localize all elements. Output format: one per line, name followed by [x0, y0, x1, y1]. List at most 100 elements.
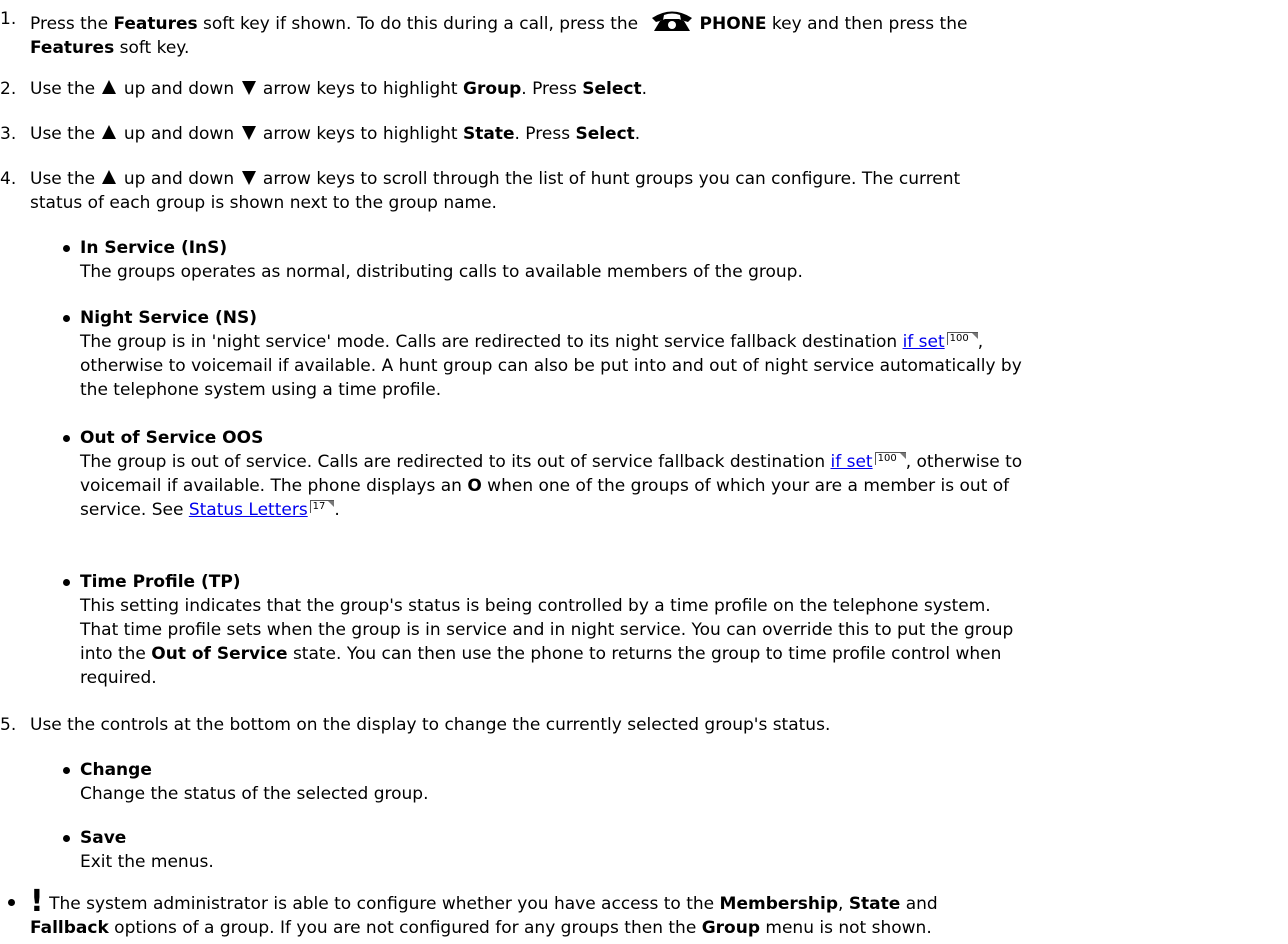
step-number: 2. — [0, 79, 17, 99]
step-number: 1. — [0, 9, 17, 29]
text: arrow keys to highlight — [257, 79, 463, 99]
state-description: That time profile sets when the group is… — [80, 620, 1014, 640]
text: arrow keys to scroll through the list of… — [257, 169, 961, 189]
group-label: Group — [701, 918, 760, 938]
status-letter-o: O — [467, 476, 482, 496]
text: options of a group. If you are not confi… — [108, 918, 702, 938]
bullet-icon — [63, 315, 70, 322]
up-arrow-icon — [102, 170, 117, 184]
text: arrow keys to highlight — [257, 124, 463, 144]
fallback-label: Fallback — [30, 918, 109, 938]
control-item-change: Change Change the status of the selected… — [63, 758, 1260, 806]
text: key and then press the — [766, 14, 968, 34]
step-text: Use the up and down arrow keys to scroll… — [30, 167, 1255, 215]
state-item-night-service: Night Service (NS) The group is in 'nigh… — [63, 306, 1260, 402]
step-number: 3. — [0, 124, 17, 144]
state-description: The groups operates as normal, distribut… — [80, 262, 803, 282]
membership-label: Membership — [719, 894, 838, 914]
text: The group is in 'night service' mode. Ca… — [80, 332, 903, 352]
down-arrow-icon — [241, 81, 256, 95]
state-label: State — [463, 124, 515, 144]
step-text: Use the up and down arrow keys to highli… — [30, 77, 1255, 101]
text: Press the — [30, 14, 114, 34]
step-text: Press the Features soft key if shown. To… — [30, 7, 1255, 60]
page-reference: 100 — [874, 452, 906, 465]
if-set-link[interactable]: if set — [903, 332, 945, 352]
down-arrow-icon — [241, 171, 256, 185]
state-description: The group is in 'night service' mode. Ca… — [80, 330, 1260, 354]
text: Use the — [30, 169, 101, 189]
control-item-save: Save Exit the menus. — [63, 826, 1260, 874]
state-description: The group is out of service. Calls are r… — [80, 450, 1260, 474]
up-arrow-icon — [102, 80, 117, 94]
text: voicemail if available. The phone displa… — [80, 476, 468, 496]
text: into the — [80, 644, 152, 664]
text: when one of the groups of which your are… — [481, 476, 1010, 496]
bullet-icon — [63, 767, 70, 774]
text: Use the — [30, 124, 101, 144]
features-label: Features — [113, 14, 198, 34]
step-number: 5. — [0, 715, 17, 735]
text: . — [334, 500, 340, 520]
text: and — [900, 894, 938, 914]
text: , otherwise to — [905, 452, 1023, 472]
out-of-service-label: Out of Service — [151, 644, 288, 664]
down-arrow-icon — [241, 126, 256, 140]
text: The system administrator is able to conf… — [43, 894, 720, 914]
select-label: Select — [575, 124, 635, 144]
state-title: In Service (InS) — [80, 238, 228, 258]
text: . Press — [521, 79, 583, 99]
control-description: Change the status of the selected group. — [80, 784, 429, 804]
text: up and down — [118, 79, 240, 99]
state-description: otherwise to voicemail if available. A h… — [80, 356, 1022, 376]
text: status of each group is shown next to th… — [30, 193, 497, 213]
text: up and down — [118, 124, 240, 144]
text: , — [838, 894, 849, 914]
text: up and down — [118, 169, 240, 189]
bullet-icon — [8, 899, 15, 906]
text: service. See — [80, 500, 189, 520]
text: . — [634, 124, 641, 144]
if-set-link[interactable]: if set — [831, 452, 873, 472]
phone-label: PHONE — [699, 14, 767, 34]
page-reference: 17 — [309, 500, 335, 513]
control-description: Exit the menus. — [80, 852, 214, 872]
text: . — [641, 79, 647, 99]
features-label: Features — [30, 38, 115, 58]
text: Use the — [30, 79, 101, 99]
text: state. You can then use the phone to ret… — [287, 644, 1002, 664]
page-reference: 100 — [946, 332, 978, 345]
select-label: Select — [582, 79, 642, 99]
bullet-icon — [63, 245, 70, 252]
phone-key-icon — [651, 11, 692, 31]
text: soft key if shown. To do this during a c… — [197, 14, 644, 34]
text: . Press — [514, 124, 576, 144]
state-description: voicemail if available. The phone displa… — [80, 474, 1260, 498]
state-description: into the Out of Service state. You can t… — [80, 642, 1260, 666]
text: , — [977, 332, 984, 352]
up-arrow-icon — [102, 125, 117, 139]
step-text: Use the up and down arrow keys to highli… — [30, 122, 1255, 146]
state-title: Night Service (NS) — [80, 308, 257, 328]
state-description: required. — [80, 668, 157, 688]
state-title: Out of Service OOS — [80, 428, 264, 448]
bullet-icon — [63, 579, 70, 586]
state-item-out-of-service: Out of Service OOS The group is out of s… — [63, 426, 1260, 522]
exclamation-icon: ! — [30, 884, 44, 919]
state-title: Time Profile (TP) — [80, 572, 241, 592]
state-label: State — [848, 894, 901, 914]
text: The group is out of service. Calls are r… — [80, 452, 831, 472]
group-label: Group — [463, 79, 522, 99]
control-title: Change — [80, 760, 152, 780]
status-letters-link[interactable]: Status Letters — [189, 500, 308, 520]
control-title: Save — [80, 828, 127, 848]
state-description: service. See Status Letters 17. — [80, 498, 1260, 522]
bullet-icon — [63, 435, 70, 442]
text: menu is not shown. — [760, 918, 932, 938]
text: soft key. — [114, 38, 190, 58]
step-text: Use the controls at the bottom on the di… — [30, 715, 831, 735]
state-description: the telephone system using a time profil… — [80, 380, 442, 400]
state-item-in-service: In Service (InS) The groups operates as … — [63, 236, 1260, 284]
note-text: ! The system administrator is able to co… — [30, 887, 1255, 940]
step-number: 4. — [0, 169, 17, 189]
